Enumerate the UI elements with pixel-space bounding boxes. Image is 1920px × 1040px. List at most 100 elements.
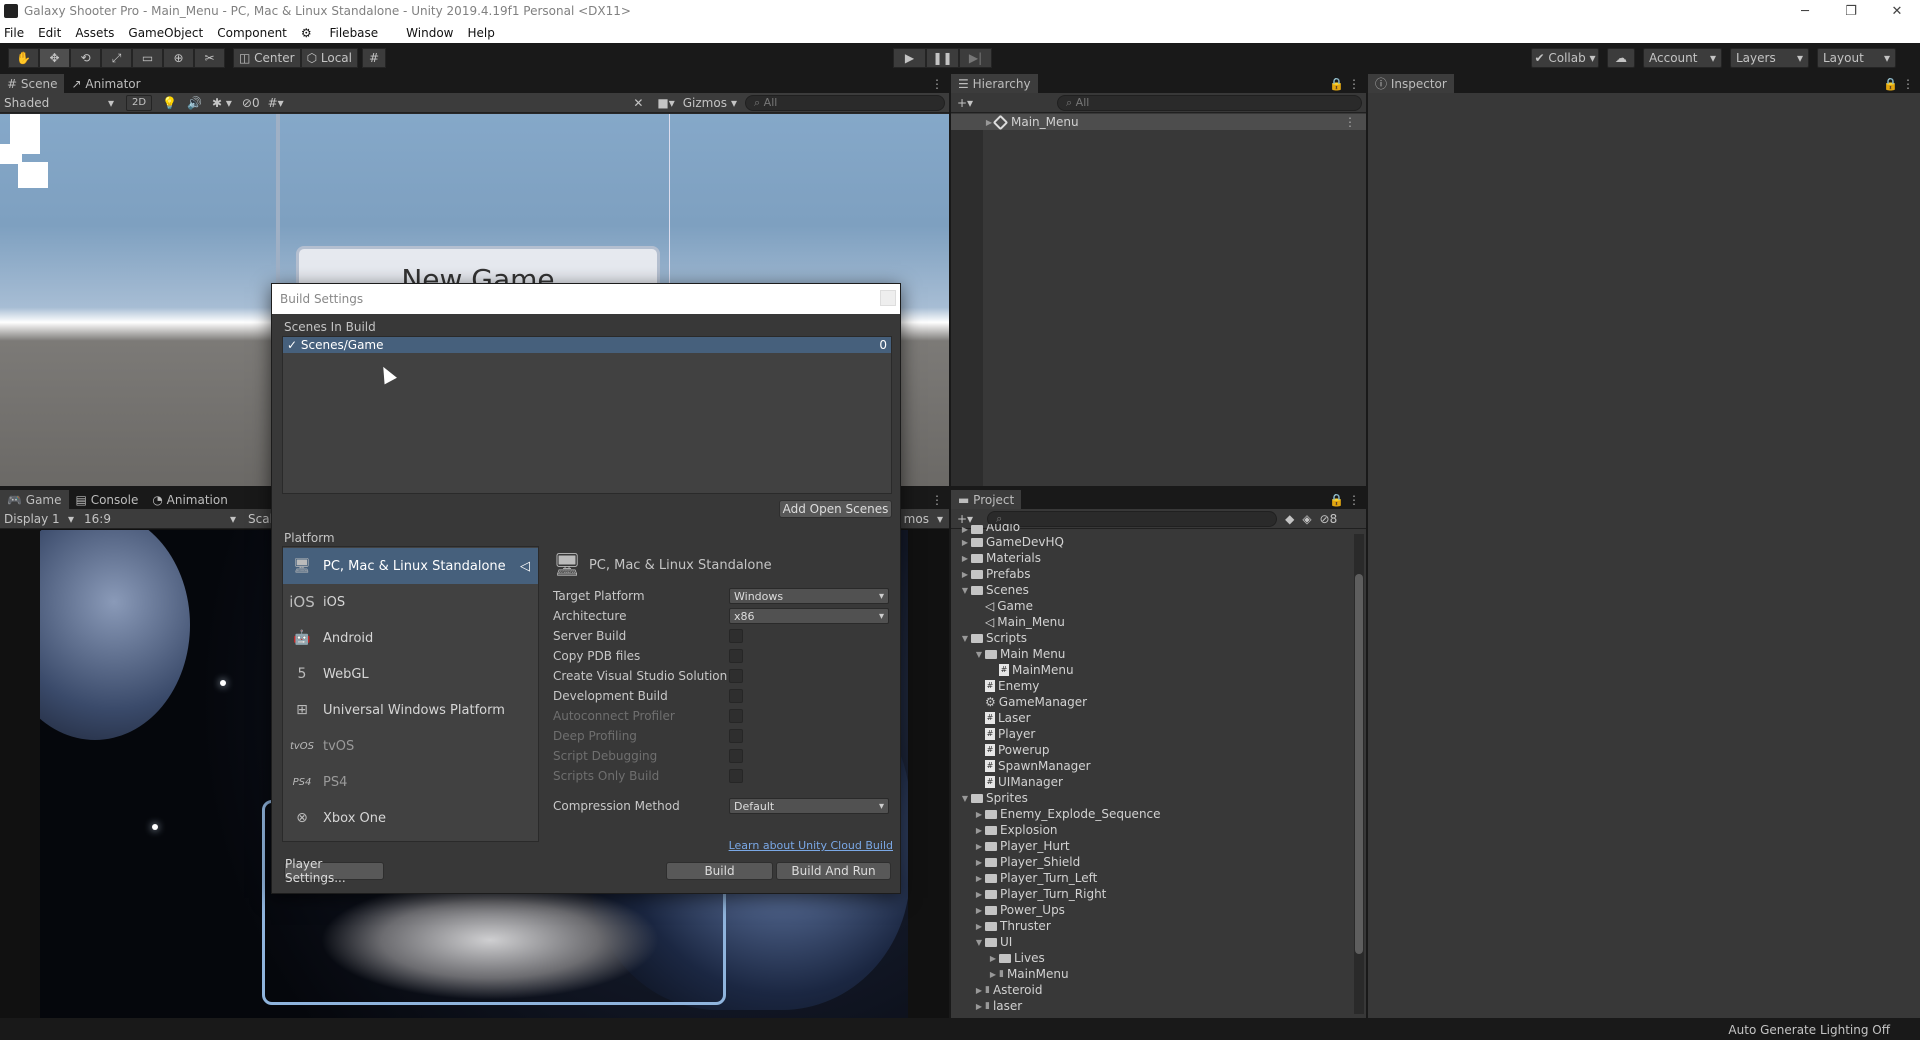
platform-item[interactable]: ⊞ Universal Windows Platform [283, 692, 538, 728]
layout-dropdown[interactable]: Layout ▾ [1817, 48, 1896, 68]
display-dropdown[interactable]: Display 1 ▾ [0, 512, 80, 526]
game-gizmos-dropdown[interactable]: mos ▾ [904, 512, 943, 526]
expand-arrow-icon[interactable]: ▶ [973, 858, 985, 867]
expand-arrow-icon[interactable]: ▶ [987, 970, 999, 979]
tab-game[interactable]: 🎮 Game [0, 490, 69, 509]
platform-item[interactable]: tvOS tvOS [283, 728, 538, 764]
tab-inspector[interactable]: ⓘ Inspector [1368, 74, 1454, 93]
lock-icon[interactable]: 🔒 [1883, 77, 1898, 91]
layers-dropdown[interactable]: Layers ▾ [1730, 48, 1809, 68]
project-item[interactable]: ▶ Player_Turn_Left [951, 870, 1352, 886]
aspect-dropdown[interactable]: 16:9 ▾ [80, 512, 240, 526]
expand-arrow-icon[interactable]: ▶ [973, 826, 985, 835]
project-item[interactable]: ▼ Scripts [951, 630, 1352, 646]
play-icon[interactable]: ▶ [893, 48, 926, 68]
hand-tool-icon[interactable]: ✋ [8, 48, 39, 68]
expand-arrow-icon[interactable]: ▶ [973, 842, 985, 851]
audio-icon[interactable]: 🔊 [187, 96, 202, 110]
project-item[interactable]: ▶ ▮ Asteroid [951, 982, 1352, 998]
platform-item[interactable]: 🖥 PC, Mac & Linux Standalone ◁ [283, 548, 538, 584]
step-icon[interactable]: ▶| [959, 48, 992, 68]
hierarchy-scene-row[interactable]: ▶ Main_Menu ⋮ [951, 114, 1366, 130]
kebab-menu-icon[interactable]: ⋮ [1902, 77, 1914, 91]
custom-tool-icon[interactable]: ✂ [194, 48, 225, 68]
cloud-icon[interactable]: ☁ [1607, 48, 1635, 68]
create-vs-checkbox[interactable] [729, 669, 743, 683]
menu-file[interactable]: File [4, 26, 24, 40]
scale-slider-label[interactable]: Scal [248, 512, 273, 526]
project-item[interactable]: # MainMenu [951, 662, 1352, 678]
expand-arrow-icon[interactable]: ▼ [973, 650, 985, 659]
expand-arrow-icon[interactable]: ▼ [959, 586, 971, 595]
project-item[interactable]: ◁ Game [951, 598, 1352, 614]
build-button[interactable]: Build [666, 862, 773, 880]
scene-search-input[interactable]: ⌕ All [745, 94, 945, 111]
lock-icon[interactable]: 🔒 [1329, 77, 1344, 91]
hidden-objects-toggle[interactable]: ⊘0 [242, 96, 260, 110]
close-icon[interactable]: ✕ [1874, 4, 1920, 19]
architecture-dropdown[interactable]: x86 [729, 608, 889, 624]
kebab-menu-icon[interactable]: ⋮ [931, 77, 943, 91]
project-item[interactable]: ▶ Audio [951, 524, 1352, 534]
project-item[interactable]: ▼ Main Menu [951, 646, 1352, 662]
kebab-menu-icon[interactable]: ⋮ [1348, 77, 1360, 91]
minimize-icon[interactable]: ─ [1782, 4, 1828, 19]
project-item[interactable]: # SpawnManager [951, 758, 1352, 774]
menu-assets[interactable]: Assets [75, 26, 114, 40]
expand-arrow-icon[interactable]: ▶ [959, 554, 971, 563]
collab-dropdown[interactable]: ✔ Collab ▾ [1531, 48, 1599, 68]
tab-project[interactable]: ▬ Project [951, 490, 1022, 509]
project-item[interactable]: ▶ GameDevHQ [951, 534, 1352, 550]
player-settings-button[interactable]: Player Settings... [284, 857, 384, 885]
2d-toggle[interactable]: 2D [126, 94, 153, 111]
project-item[interactable]: ▶ Player_Shield [951, 854, 1352, 870]
expand-arrow-icon[interactable]: ▶ [973, 922, 985, 931]
gizmos-dropdown[interactable]: Gizmos ▾ [683, 96, 737, 110]
project-item[interactable]: ▶ Lives [951, 950, 1352, 966]
expand-arrow-icon[interactable]: ▼ [959, 634, 971, 643]
expand-arrow-icon[interactable]: ▶ [973, 890, 985, 899]
tab-hierarchy[interactable]: ☰ Hierarchy [951, 74, 1038, 93]
menu-help[interactable]: Help [468, 26, 495, 40]
kebab-menu-icon[interactable]: ⋮ [1348, 493, 1360, 507]
rect-tool-icon[interactable]: ▭ [132, 48, 163, 68]
local-toggle[interactable]: ⬡ Local [300, 48, 358, 68]
cloud-build-link[interactable]: Learn about Unity Cloud Build [721, 839, 893, 852]
scale-tool-icon[interactable]: ⤢ [101, 48, 132, 68]
add-open-scenes-button[interactable]: Add Open Scenes [779, 500, 892, 518]
platform-item[interactable]: ⊗ Xbox One [283, 800, 538, 836]
project-item[interactable]: ▼ Scenes [951, 582, 1352, 598]
pause-icon[interactable]: ❚❚ [926, 48, 959, 68]
tools-icon[interactable]: ✕ [633, 96, 643, 110]
platform-item[interactable]: PS4 PS4 [283, 764, 538, 800]
expand-arrow-icon[interactable]: ▼ [973, 938, 985, 947]
expand-arrow-icon[interactable]: ▶ [973, 1002, 985, 1011]
kebab-menu-icon[interactable]: ⋮ [931, 493, 943, 507]
project-item[interactable]: ▶ Enemy_Explode_Sequence [951, 806, 1352, 822]
move-tool-icon[interactable]: ✥ [39, 48, 70, 68]
expand-arrow-icon[interactable]: ▶ [959, 525, 971, 534]
compression-dropdown[interactable]: Default [729, 798, 889, 814]
platform-item[interactable]: 🤖 Android [283, 620, 538, 656]
center-toggle[interactable]: ◫ Center [233, 48, 301, 68]
transform-tool-icon[interactable]: ⊕ [163, 48, 194, 68]
project-item[interactable]: # Enemy [951, 678, 1352, 694]
copy-pdb-checkbox[interactable] [729, 649, 743, 663]
hierarchy-search-input[interactable]: ⌕ All [1057, 94, 1362, 111]
checkbox-checked-icon[interactable]: ✓ [287, 338, 297, 352]
shading-dropdown[interactable]: Shaded ▾ [0, 96, 118, 110]
project-item[interactable]: # Player [951, 726, 1352, 742]
project-item[interactable]: ◁ Main_Menu [951, 614, 1352, 630]
project-item[interactable]: ▶ Thruster [951, 918, 1352, 934]
menu-component[interactable]: Component [217, 26, 287, 40]
menu-filebase[interactable]: ⚙ Filebase [301, 26, 392, 40]
project-item[interactable]: # Laser [951, 710, 1352, 726]
platform-item[interactable]: 5 WebGL [283, 656, 538, 692]
expand-arrow-icon[interactable]: ▶ [973, 986, 985, 995]
project-item[interactable]: ⚙ GameManager [951, 694, 1352, 710]
platform-item[interactable]: iOS iOS [283, 584, 538, 620]
scrollbar-thumb[interactable] [1355, 574, 1363, 954]
rotate-tool-icon[interactable]: ⟲ [70, 48, 101, 68]
project-item[interactable]: ▶ ▮ laser [951, 998, 1352, 1014]
project-item[interactable]: # Powerup [951, 742, 1352, 758]
